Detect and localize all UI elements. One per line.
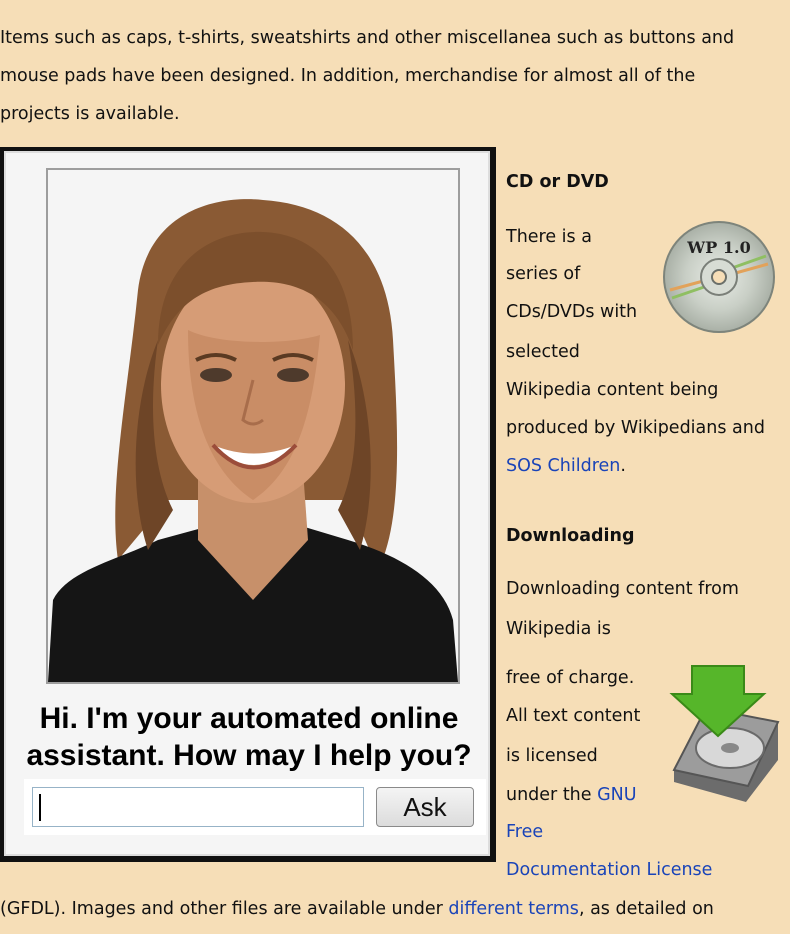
cd-line-6: produced by Wikipedians and — [506, 418, 765, 438]
download-line-4: All text content — [506, 706, 641, 726]
sos-children-link[interactable]: SOS Children — [506, 456, 620, 476]
free-link-line: Free — [506, 822, 543, 842]
documentation-license-link[interactable]: Documentation License — [506, 860, 712, 880]
bottom-suffix: , as detailed on — [578, 899, 714, 919]
license-link-line: Documentation License — [506, 860, 712, 880]
bottom-line: (GFDL). Images and other files are avail… — [0, 899, 714, 919]
cd-badge-text: WP 1.0 — [686, 238, 750, 257]
cd-line-5: Wikipedia content being — [506, 380, 719, 400]
cd-line-3: CDs/DVDs with — [506, 302, 638, 322]
text-cursor — [39, 794, 41, 821]
assistant-photo — [46, 168, 460, 684]
cd-line-2: series of — [506, 264, 581, 284]
download-icon — [666, 660, 782, 806]
assistant-popup: Hi. I'm your automated online assistant.… — [0, 147, 496, 862]
under-the-text: under the — [506, 785, 592, 805]
cd-heading: CD or DVD — [506, 172, 609, 192]
different-terms-link[interactable]: different terms — [448, 899, 579, 919]
download-line-3: free of charge. — [506, 668, 635, 688]
question-input[interactable] — [32, 787, 364, 827]
cd-link-line: SOS Children. — [506, 456, 626, 476]
intro-line-1: Items such as caps, t-shirts, sweatshirt… — [0, 28, 735, 48]
download-line-6: under the GNU — [506, 785, 637, 805]
download-line-5: is licensed — [506, 746, 598, 766]
assistant-greeting: Hi. I'm your automated online assistant.… — [26, 702, 472, 772]
cd-line-1: There is a — [506, 227, 592, 247]
free-link[interactable]: Free — [506, 822, 543, 842]
cd-dvd-icon: WP 1.0 — [662, 220, 776, 334]
cd-line-4: selected — [506, 342, 580, 362]
download-heading: Downloading — [506, 526, 635, 546]
cd-period: . — [620, 456, 626, 476]
intro-line-3: projects is available. — [0, 104, 180, 124]
download-line-1: Downloading content from — [506, 579, 739, 599]
bottom-prefix: (GFDL). Images and other files are avail… — [0, 899, 449, 919]
download-line-2: Wikipedia is — [506, 619, 611, 639]
assistant-portrait-image — [48, 170, 458, 682]
intro-line-2: mouse pads have been designed. In additi… — [0, 66, 696, 86]
ask-button[interactable]: Ask — [376, 787, 474, 827]
gnu-link[interactable]: GNU — [597, 785, 636, 805]
question-form: Ask — [24, 779, 486, 835]
